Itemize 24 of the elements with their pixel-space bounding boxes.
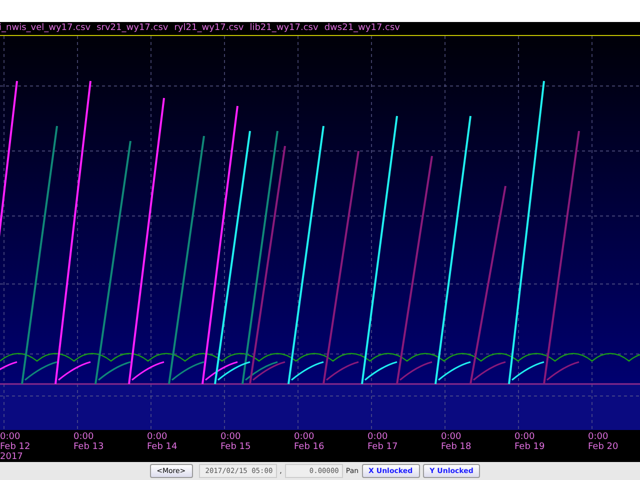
tick-time: 0:00 bbox=[74, 432, 95, 442]
tick-date: Feb 12 bbox=[0, 442, 32, 452]
tick-date: Feb 13 bbox=[74, 442, 105, 452]
tick-time: 0:00 bbox=[514, 432, 536, 442]
legend-label: dws21_wy17.csv bbox=[324, 22, 400, 35]
tick-time: 0:00 bbox=[220, 432, 242, 442]
tick-date: Feb 15 bbox=[220, 442, 252, 452]
tick-year: 2017 bbox=[0, 452, 24, 462]
legend-label: i_nwis_vel_wy17.csv bbox=[0, 22, 91, 35]
tick-time: 0:00 bbox=[294, 432, 316, 442]
tick-date: Feb 14 bbox=[147, 442, 178, 452]
legend-label: lib21_wy17.csv bbox=[250, 22, 318, 35]
tick-time: 0:00 bbox=[588, 432, 610, 442]
tick-time: 0:00 bbox=[368, 432, 389, 442]
tick-time: 0:00 bbox=[441, 432, 462, 442]
tick-date: Feb 16 bbox=[294, 442, 326, 452]
tick-date: Feb 18 bbox=[441, 442, 472, 452]
tick-time: 0:00 bbox=[0, 432, 22, 442]
tick-time: 0:00 bbox=[147, 432, 168, 442]
tick-date: Feb 19 bbox=[514, 442, 546, 452]
tick-date: Feb 20 bbox=[588, 442, 620, 452]
tick-date: Feb 17 bbox=[368, 442, 399, 452]
legend-label: srv21_wy17.csv bbox=[96, 22, 168, 35]
legend-label: ryl21_wy17.csv bbox=[174, 22, 244, 35]
